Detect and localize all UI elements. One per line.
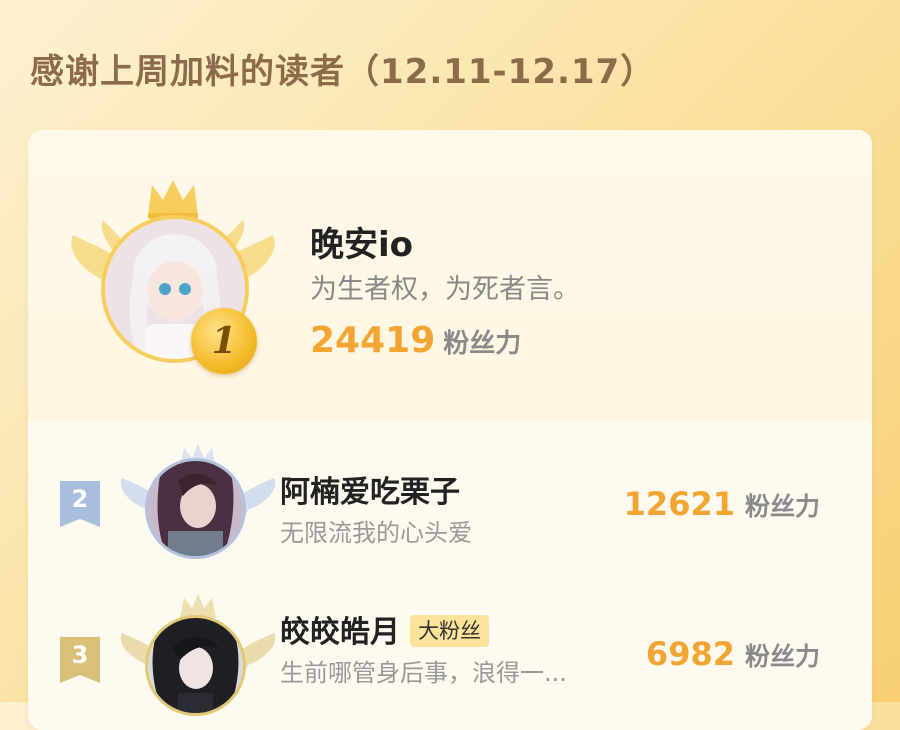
rank-3-name[interactable]: 皎皎皓月 大粉丝 [280,607,489,651]
rank-1-entry[interactable]: 1 晚安io 为生者权，为死者言。 24419 粉丝力 [28,130,872,420]
avatar[interactable] [145,458,246,559]
rank-3-score: 6982 粉丝力 [646,635,820,673]
ranking-card: 1 晚安io 为生者权，为死者言。 24419 粉丝力 2 阿楠爱吃栗子 无限流… [28,130,872,730]
avatar-image [148,461,243,556]
rank-3-motto: 生前哪管身后事，浪得一... [280,659,567,687]
score-value: 24419 [310,320,436,361]
rank-3-entry[interactable]: 3 皎皎皓月 大粉丝 生前哪管身后事，浪得一... 6982 粉丝力 [28,575,872,725]
score-value: 6982 [645,635,735,673]
avatar-image [148,618,243,713]
rank-3-number: 3 [71,641,89,669]
rank-1-motto: 为生者权，为死者言。 [310,274,580,305]
score-value: 12621 [623,485,735,523]
rank-2-number: 2 [71,485,89,513]
rank-2-name[interactable]: 阿楠爱吃栗子 [280,467,460,511]
page-title: 感谢上周加料的读者（12.11-12.17） [30,52,656,92]
rank-3-name-text: 皎皎皓月 [280,615,400,650]
rank-1-badge: 1 [191,308,257,374]
score-unit: 粉丝力 [443,329,522,359]
score-unit: 粉丝力 [744,642,820,671]
rank-1-name[interactable]: 晚安io [310,217,413,266]
rank-2-entry[interactable]: 2 阿楠爱吃栗子 无限流我的心头爱 12621 粉丝力 [28,425,872,575]
rank-2-score: 12621 粉丝力 [624,485,820,523]
avatar[interactable] [145,615,246,716]
rank-2-motto: 无限流我的心头爱 [280,519,472,547]
rank-1-score: 24419 粉丝力 [310,320,521,361]
fan-badge: 大粉丝 [410,615,489,647]
score-unit: 粉丝力 [744,492,820,521]
